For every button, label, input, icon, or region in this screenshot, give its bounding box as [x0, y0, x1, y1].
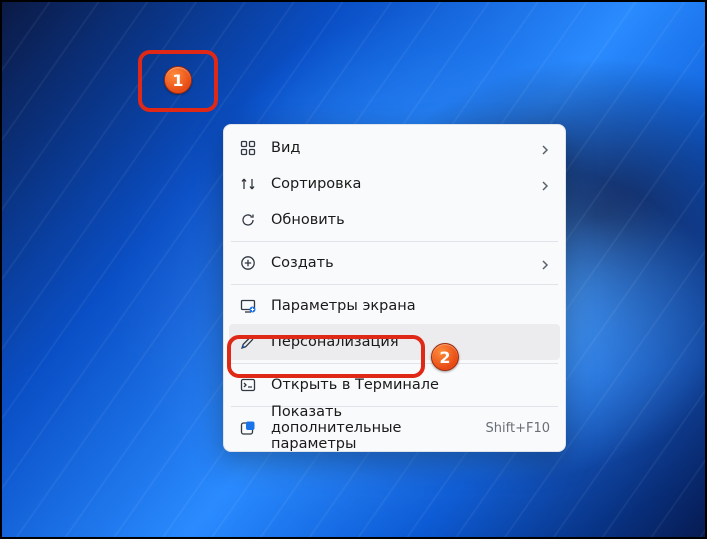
separator	[231, 363, 558, 364]
view-icon	[239, 139, 257, 157]
menu-label: Открыть в Терминале	[271, 377, 550, 393]
more-options-icon	[239, 419, 257, 437]
shortcut-label: Shift+F10	[486, 421, 550, 436]
menu-label: Показать дополнительные параметры	[271, 404, 472, 452]
chevron-right-icon	[540, 179, 550, 189]
chevron-right-icon	[540, 258, 550, 268]
menu-label: Обновить	[271, 212, 550, 228]
menu-item-new[interactable]: Создать	[229, 245, 560, 281]
menu-item-open-terminal[interactable]: Открыть в Терминале	[229, 367, 560, 403]
sort-icon	[239, 175, 257, 193]
display-icon	[239, 297, 257, 315]
menu-label: Создать	[271, 255, 526, 271]
new-icon	[239, 254, 257, 272]
separator	[231, 241, 558, 242]
desktop-context-menu: Вид Сортировка Обновить Создать	[223, 124, 566, 452]
personalize-icon	[239, 333, 257, 351]
menu-label: Вид	[271, 140, 526, 156]
menu-item-personalize[interactable]: Персонализация	[229, 324, 560, 360]
menu-label: Параметры экрана	[271, 298, 550, 314]
menu-item-view[interactable]: Вид	[229, 130, 560, 166]
menu-item-display-settings[interactable]: Параметры экрана	[229, 288, 560, 324]
separator	[231, 284, 558, 285]
menu-item-show-more[interactable]: Показать дополнительные параметры Shift+…	[229, 410, 560, 446]
refresh-icon	[239, 211, 257, 229]
chevron-right-icon	[540, 143, 550, 153]
menu-item-refresh[interactable]: Обновить	[229, 202, 560, 238]
menu-label: Сортировка	[271, 176, 526, 192]
menu-item-sort[interactable]: Сортировка	[229, 166, 560, 202]
menu-label: Персонализация	[271, 334, 550, 350]
terminal-icon	[239, 376, 257, 394]
